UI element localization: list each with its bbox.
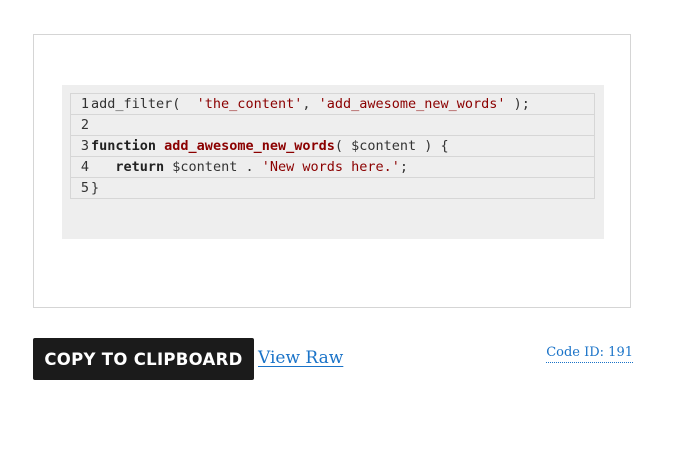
code-id-label: Code ID: 191 xyxy=(546,345,633,363)
code-line: 5} xyxy=(70,177,595,199)
code-token: add_awesome_new_words xyxy=(164,138,335,154)
code-token: function xyxy=(91,138,157,154)
copy-to-clipboard-button[interactable]: COPY TO CLIPBOARD xyxy=(33,338,254,380)
code-token: ; xyxy=(399,159,409,175)
line-number: 2 xyxy=(70,114,91,136)
code-token: , xyxy=(302,96,319,112)
line-code: return $content . 'New words here.'; xyxy=(91,156,595,178)
code-line: 2 xyxy=(70,114,595,136)
code-table: 1 add_filter( 'the_content', 'add_awesome… xyxy=(70,93,595,199)
line-number: 4 xyxy=(70,156,91,178)
code-token: 'add_awesome_new_words' xyxy=(318,96,506,112)
line-number: 5 xyxy=(70,177,91,199)
line-code: add_filter( 'the_content', 'add_awesome_… xyxy=(91,93,595,115)
line-code xyxy=(91,114,595,136)
code-token: 'the_content' xyxy=(196,96,303,112)
code-snippet-container: 1 add_filter( 'the_content', 'add_awesome… xyxy=(33,34,631,308)
code-token: } xyxy=(91,180,100,196)
code-token: $content . xyxy=(164,159,262,175)
code-token: ); xyxy=(505,96,530,112)
line-code: } xyxy=(91,177,595,199)
code-token: ( $content ) { xyxy=(334,138,449,154)
code-token: return xyxy=(115,159,165,175)
code-token: add_filter( xyxy=(91,96,197,112)
code-lines: 1 add_filter( 'the_content', 'add_awesome… xyxy=(70,93,595,199)
code-block: 1 add_filter( 'the_content', 'add_awesome… xyxy=(62,85,604,239)
line-number: 1 xyxy=(70,93,91,115)
view-raw-link[interactable]: View Raw xyxy=(258,348,343,368)
line-code: function add_awesome_new_words( $content… xyxy=(91,135,595,157)
code-line: 4 return $content . 'New words here.'; xyxy=(70,156,595,178)
line-number: 3 xyxy=(70,135,91,157)
code-token: 'New words here.' xyxy=(261,159,400,175)
code-line: 1 add_filter( 'the_content', 'add_awesome… xyxy=(70,93,595,115)
code-line: 3 function add_awesome_new_words( $conten… xyxy=(70,135,595,157)
